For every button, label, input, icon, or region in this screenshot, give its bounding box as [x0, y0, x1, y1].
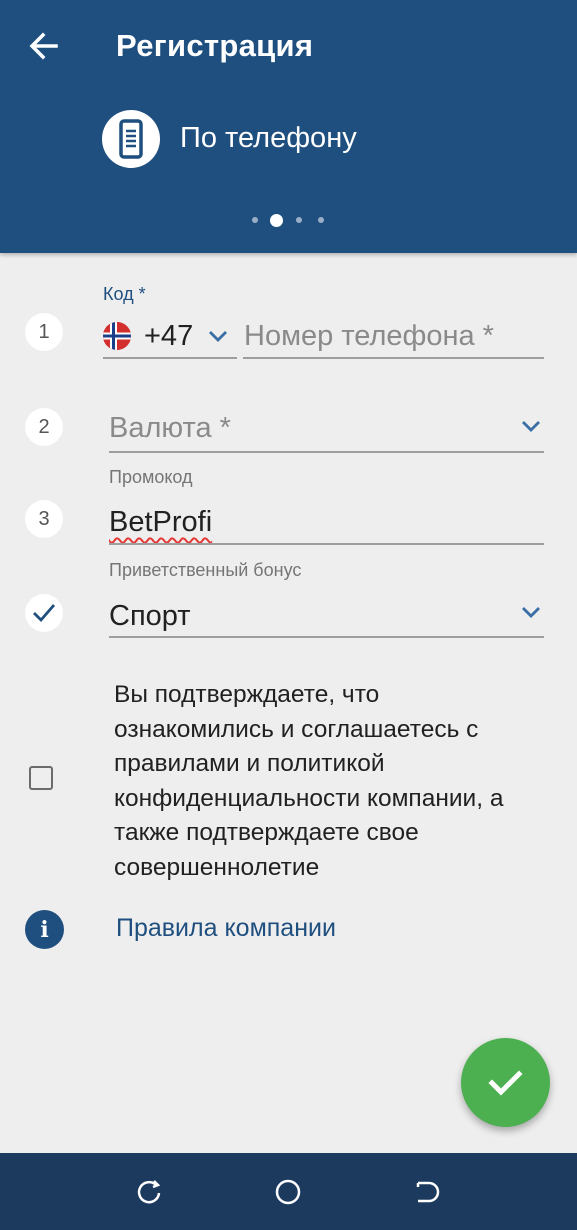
promo-code-value: BetProfi — [109, 506, 213, 538]
chevron-down-icon — [522, 607, 540, 618]
page-title: Регистрация — [116, 28, 314, 63]
method-label: По телефону — [180, 122, 357, 154]
consent-checkbox[interactable] — [29, 766, 53, 790]
submit-button[interactable] — [461, 1038, 550, 1127]
phone-number-placeholder: Номер телефона * — [244, 320, 494, 352]
promo-label: Промокод — [109, 467, 193, 487]
back-button[interactable] — [24, 26, 64, 66]
smartphone-icon — [119, 119, 143, 159]
chevron-down-icon — [522, 421, 540, 432]
bonus-label: Приветственный бонус — [109, 560, 302, 580]
system-navigation-bar — [0, 1153, 577, 1230]
pager-dot — [252, 217, 258, 223]
norway-flag-icon — [103, 322, 131, 350]
country-code-value: +47 — [144, 320, 194, 352]
promo-underline — [109, 543, 544, 545]
consent-text: Вы подтверждаете, что ознакомились и сог… — [114, 681, 504, 881]
recent-apps-button[interactable] — [134, 1177, 164, 1207]
currency-placeholder: Валюта * — [109, 412, 231, 444]
chevron-down-icon — [209, 331, 227, 342]
phone-method-icon — [102, 110, 160, 168]
info-icon: i — [25, 910, 64, 949]
step-number-2: 2 — [25, 408, 63, 446]
step-number-1: 1 — [25, 313, 63, 351]
pager-dot-active — [270, 214, 283, 227]
step-number-3: 3 — [25, 500, 63, 538]
back-nav-icon — [416, 1181, 440, 1203]
bonus-underline — [109, 636, 544, 638]
bonus-value: Спорт — [109, 600, 191, 632]
code-label: Код * — [103, 284, 146, 304]
arrow-left-icon — [29, 32, 58, 60]
company-rules-link[interactable]: Правила компании — [116, 914, 336, 943]
currency-underline — [109, 451, 544, 453]
pager-dot — [296, 217, 302, 223]
home-icon — [275, 1179, 301, 1205]
pager-dot — [318, 217, 324, 223]
recent-apps-icon — [137, 1180, 161, 1204]
check-icon — [488, 1070, 523, 1096]
app-header: Регистрация По телефону — [0, 0, 577, 253]
home-button[interactable] — [273, 1177, 303, 1207]
step-complete — [25, 594, 63, 632]
code-underline — [103, 357, 237, 359]
phone-underline — [243, 357, 544, 359]
back-nav-button[interactable] — [412, 1177, 442, 1207]
check-icon — [33, 604, 56, 623]
